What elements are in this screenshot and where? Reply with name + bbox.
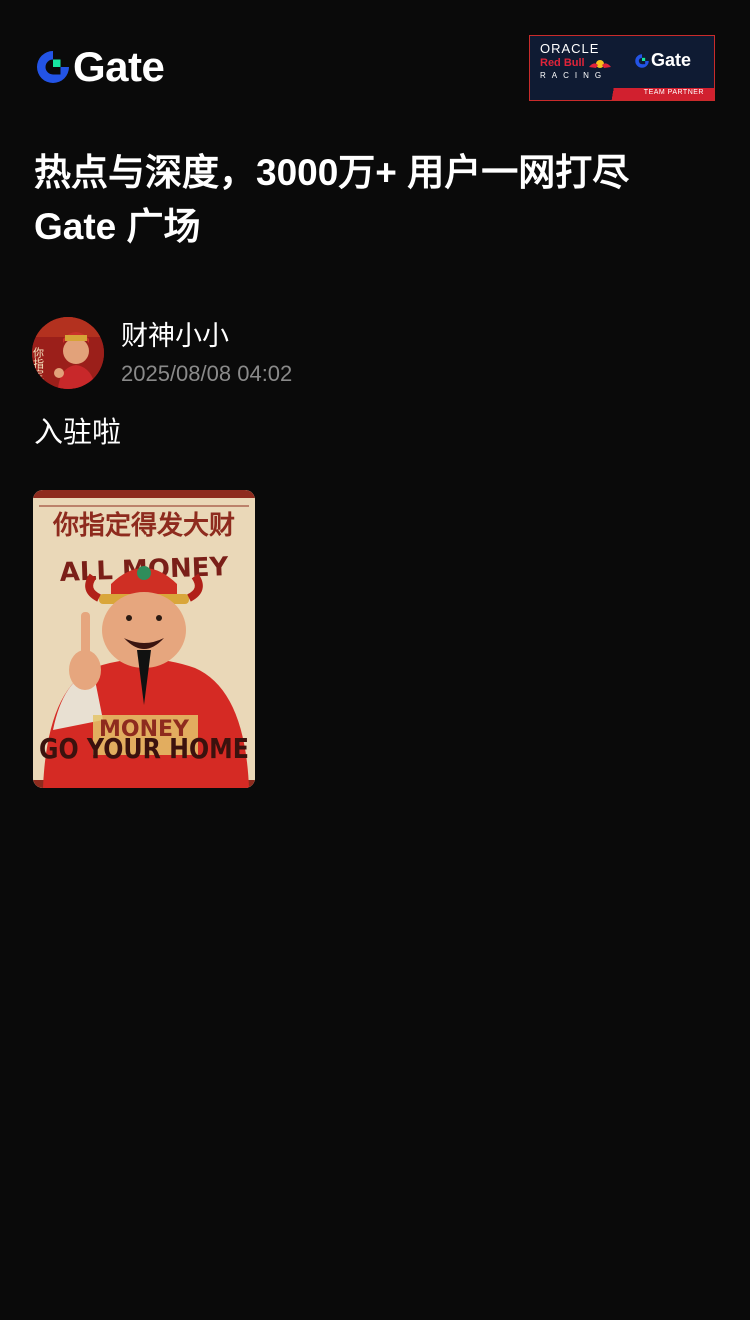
avatar-text: 你指定发 bbox=[32, 347, 45, 389]
team-partner-label: TEAM PARTNER bbox=[643, 89, 704, 96]
racing-text: RACING bbox=[540, 71, 608, 80]
page-headline: 热点与深度，3000万+ 用户一网打尽 Gate 广场 bbox=[34, 146, 724, 254]
redbull-text: Red Bull bbox=[540, 57, 620, 70]
image-title: 你指定得发大财 bbox=[52, 510, 235, 541]
bull-icon bbox=[588, 59, 611, 68]
avatar-image: 你指定发 bbox=[32, 317, 104, 389]
partner-gate-logo: Gate bbox=[634, 50, 691, 71]
gate-logo-icon bbox=[37, 51, 69, 83]
author-name[interactable]: 财神小小 bbox=[121, 319, 229, 353]
post-author: 你指定发 财神小小 2025/08/08 04:02 bbox=[32, 316, 732, 390]
headline-line-2: Gate 广场 bbox=[34, 206, 201, 247]
team-partner-badge: ORACLE Red Bull RACING Gate TEAM PARTNER bbox=[529, 35, 715, 101]
gate-logo-text: Gate bbox=[73, 43, 165, 90]
post-content: 入驻啦 bbox=[34, 417, 122, 449]
avatar[interactable]: 你指定发 bbox=[32, 317, 104, 389]
post-timestamp: 2025/08/08 04:02 bbox=[121, 361, 293, 386]
header: Gate ORACLE Red Bull RACING Gate TEAM PA… bbox=[0, 0, 750, 120]
team-partner-strip: TEAM PARTNER bbox=[530, 88, 714, 100]
oracle-text: ORACLE bbox=[540, 41, 600, 56]
oracle-redbull-logo: ORACLE Red Bull RACING bbox=[540, 42, 620, 82]
partner-gate-text: Gate bbox=[651, 50, 692, 70]
gate-logo[interactable]: Gate bbox=[34, 43, 165, 90]
gate-logo-icon bbox=[635, 53, 649, 68]
post-image-illustration: 你指定得发大财 ALL MONEY MONEY GO YOUR HOME bbox=[33, 490, 255, 788]
image-bottom-text: GO YOUR HOME bbox=[39, 732, 249, 765]
headline-line-1: 热点与深度，3000万+ 用户一网打尽 bbox=[34, 152, 630, 193]
post-image[interactable]: 你指定得发大财 ALL MONEY MONEY GO YOUR HOME bbox=[33, 490, 255, 788]
